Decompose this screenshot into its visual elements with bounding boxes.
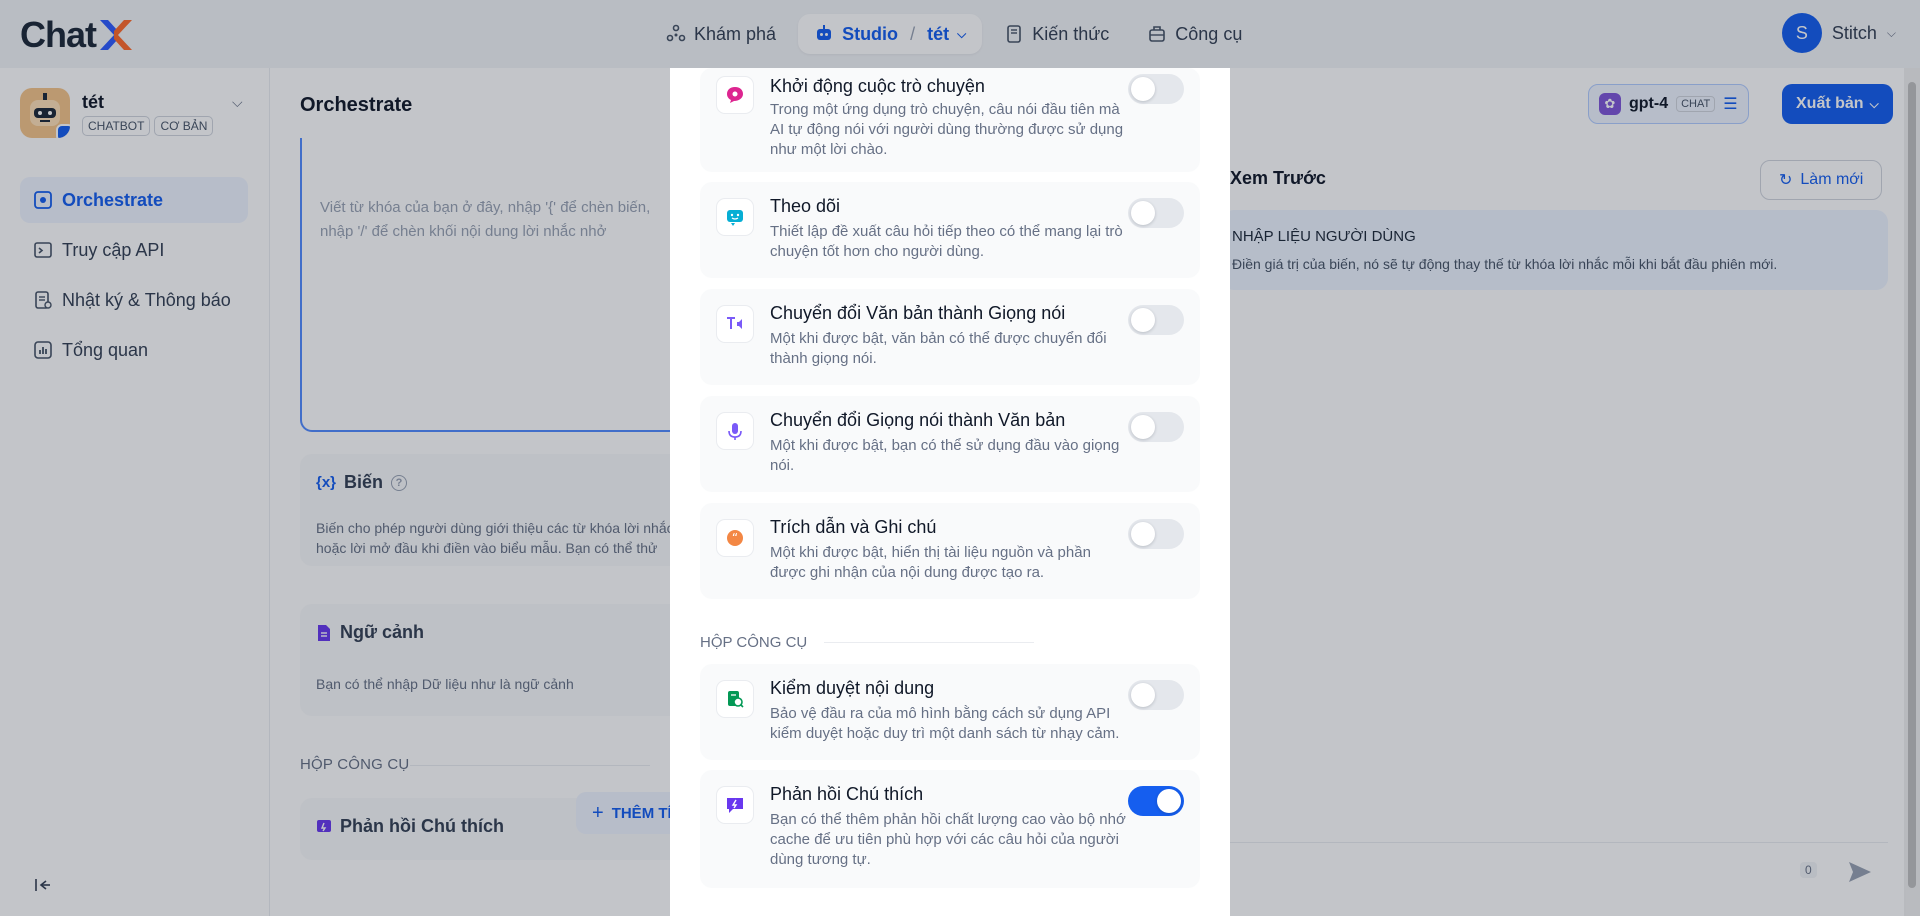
quote-icon: “ [716, 519, 754, 557]
feature-desc: Trong một ứng dụng trò chuyện, câu nói đ… [770, 101, 1124, 158]
feature-title: Chuyển đổi Văn bản thành Giọng nói [770, 303, 1066, 323]
feature-toggle[interactable] [1128, 412, 1184, 442]
toggle-knob [1131, 201, 1155, 225]
feature-title: Phản hồi Chú thích [770, 784, 924, 804]
add-feature-panel: Khởi động cuộc trò chuyện Trong một ứng … [670, 68, 1230, 916]
microphone-icon [716, 412, 754, 450]
feature-desc: Một khi được bật, bạn có thể sử dụng đầu… [770, 437, 1120, 474]
toggle-knob [1157, 789, 1181, 813]
feature-desc: Bạn có thể thêm phản hồi chất lượng cao … [770, 811, 1126, 868]
toggle-knob [1131, 522, 1155, 546]
feature-toggle[interactable] [1128, 786, 1184, 816]
feature-conversation-opener: Khởi động cuộc trò chuyện Trong một ứng … [700, 68, 1200, 172]
toggle-knob [1131, 415, 1155, 439]
feature-title: Khởi động cuộc trò chuyện [770, 76, 985, 96]
feature-follow-up: Theo dõi Thiết lập đề xuất câu hỏi tiếp … [700, 182, 1200, 278]
feature-citations: “ Trích dẫn và Ghi chú Một khi được bật,… [700, 503, 1200, 599]
feature-desc: Thiết lập đề xuất câu hỏi tiếp theo có t… [770, 223, 1123, 260]
feature-toggle[interactable] [1128, 519, 1184, 549]
feature-desc: Một khi được bật, văn bản có thể được ch… [770, 330, 1107, 367]
feature-toggle[interactable] [1128, 680, 1184, 710]
feature-title: Kiểm duyệt nội dung [770, 678, 935, 698]
svg-text:“: “ [732, 531, 738, 545]
moderation-icon [716, 680, 754, 718]
tool-moderation: Kiểm duyệt nội dung Bảo vệ đầu ra của mô… [700, 664, 1200, 760]
feature-toggle[interactable] [1128, 74, 1184, 104]
annotation-icon [716, 786, 754, 824]
panel-toolbox-label: HỘP CÔNG CỤ [700, 634, 808, 651]
toggle-knob [1131, 77, 1155, 101]
feature-title: Trích dẫn và Ghi chú [770, 517, 937, 537]
suggest-icon [716, 198, 754, 236]
feature-title: Chuyển đổi Giọng nói thành Văn bản [770, 410, 1066, 430]
feature-title: Theo dõi [770, 196, 841, 216]
feature-text-to-speech: Chuyển đổi Văn bản thành Giọng nói Một k… [700, 289, 1200, 385]
toggle-knob [1131, 308, 1155, 332]
feature-toggle[interactable] [1128, 198, 1184, 228]
tool-annotation-reply: Phản hồi Chú thích Bạn có thể thêm phản … [700, 770, 1200, 888]
feature-speech-to-text: Chuyển đổi Giọng nói thành Văn bản Một k… [700, 396, 1200, 492]
toggle-knob [1131, 683, 1155, 707]
feature-toggle[interactable] [1128, 305, 1184, 335]
chat-bubble-icon [716, 76, 754, 114]
text-to-speech-icon [716, 305, 754, 343]
feature-desc: Bảo vệ đầu ra của mô hình bằng cách sử d… [770, 705, 1120, 742]
feature-desc: Một khi được bật, hiển thị tài liệu nguồ… [770, 544, 1091, 581]
divider [824, 642, 1034, 643]
